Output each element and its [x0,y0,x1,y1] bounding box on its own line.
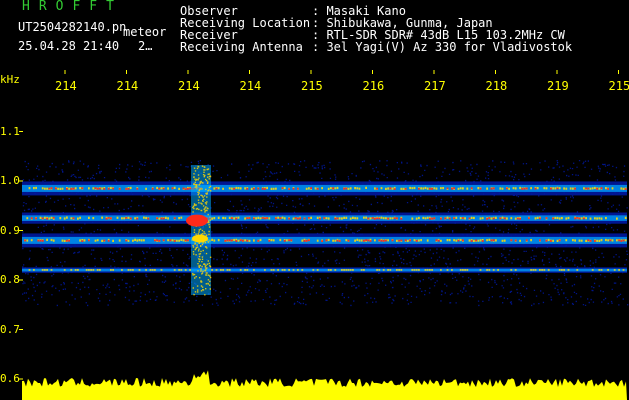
time-tick-label: 219 [547,79,569,93]
time-tick-label: 214 [55,79,77,93]
time-tick-label: 214 [178,79,200,93]
time-tick-label: 216 [362,79,385,93]
hrofft-screen: HROFFT UT2504282140.pn meteor 25.04.28 2… [0,0,629,400]
waterfall-plot [19,70,629,400]
meteor-echo-tail [192,234,208,243]
time-tick-label: 214 [239,79,262,93]
time-tick-label: 214 [116,79,139,93]
frequency-tick-label: 0.7 [0,322,20,336]
meteor-echo-head [186,214,208,227]
time-tick-label: 218 [485,79,508,93]
spectrum-trace [22,370,627,400]
time-tick-label: 215 [301,79,323,93]
time-tick-label: 217 [424,79,446,93]
frequency-tick-label: 0.6 [0,372,20,385]
frequency-tick-label: 1.1 [0,124,20,138]
frequency-tick-label: 0.8 [0,273,20,286]
time-tick-label: 2150 [608,79,629,93]
frequency-tick-label: 1.0 [0,174,20,187]
frequency-tick-label: 0.9 [0,223,20,237]
